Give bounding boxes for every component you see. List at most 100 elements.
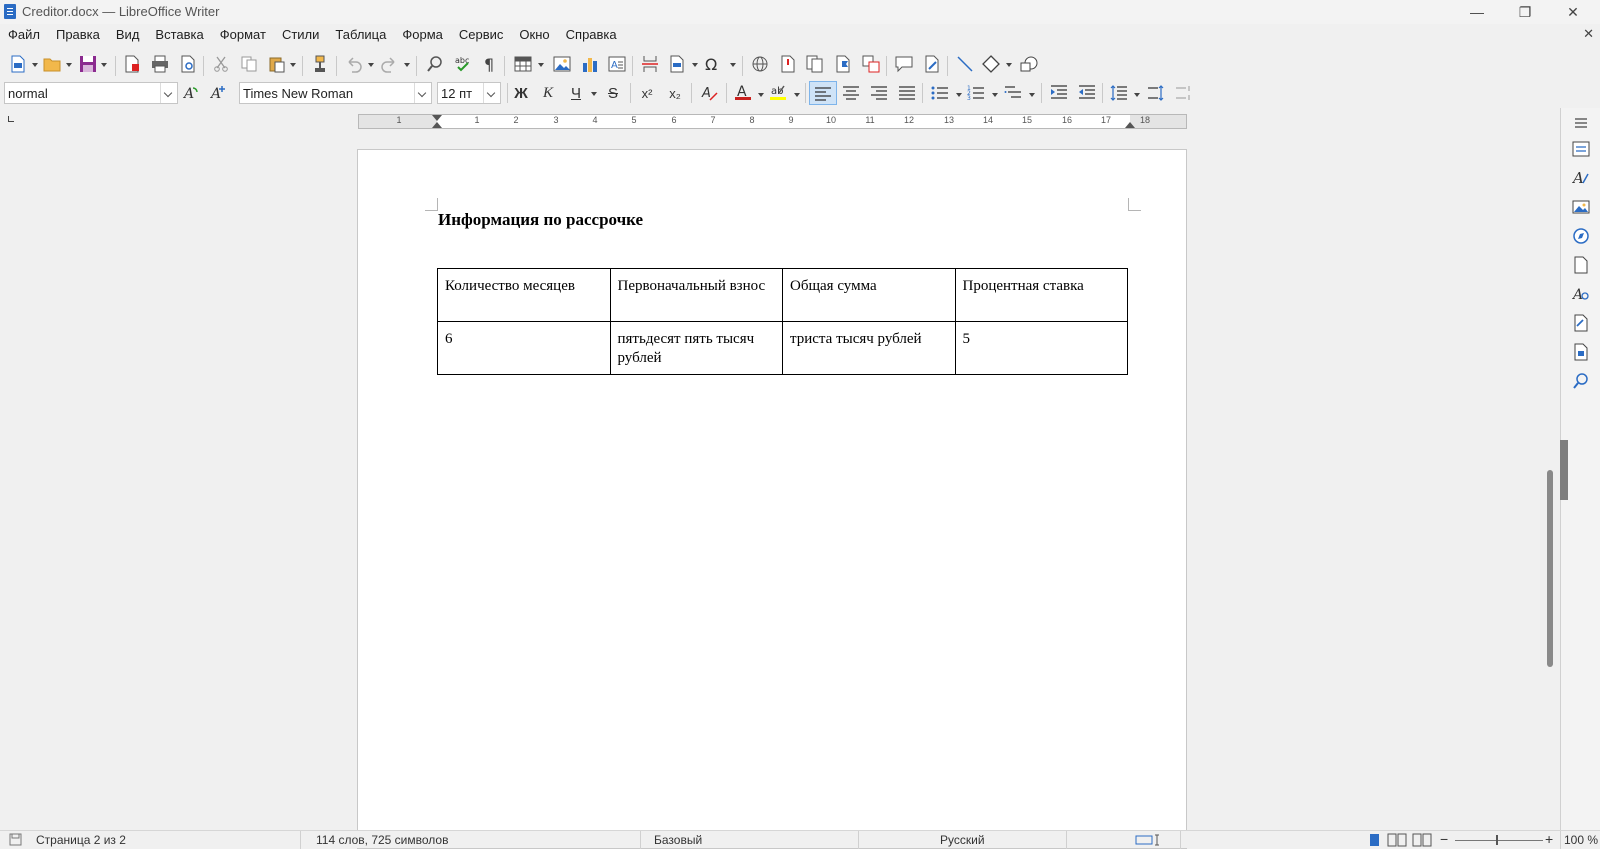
- align-center-icon[interactable]: [842, 84, 860, 102]
- first-line-indent-marker[interactable]: [432, 115, 442, 121]
- zoom-level[interactable]: 100 %: [1564, 833, 1598, 847]
- paste-dropdown-arrow[interactable]: [290, 63, 296, 67]
- zoom-out-button[interactable]: −: [1440, 831, 1448, 847]
- page-style[interactable]: Базовый: [654, 833, 702, 847]
- table-cell[interactable]: Общая сумма: [782, 268, 956, 322]
- table-cell[interactable]: триста тысяч рублей: [782, 321, 956, 375]
- menu-file[interactable]: Файл: [0, 24, 48, 46]
- properties-icon[interactable]: [1572, 140, 1590, 158]
- export-pdf-icon[interactable]: [123, 55, 141, 73]
- new-dropdown-arrow[interactable]: [32, 63, 38, 67]
- special-character-dropdown-arrow[interactable]: [730, 63, 736, 67]
- menu-edit[interactable]: Правка: [48, 24, 108, 46]
- page-break-icon[interactable]: [641, 55, 659, 73]
- outline-list-dropdown-arrow[interactable]: [1029, 93, 1035, 97]
- paragraph-style-combobox[interactable]: normal: [4, 82, 178, 104]
- left-indent-marker[interactable]: [432, 122, 442, 128]
- bookmark-icon[interactable]: [834, 55, 852, 73]
- spellcheck-icon[interactable]: abc: [454, 55, 472, 73]
- menu-format[interactable]: Формат: [212, 24, 274, 46]
- vertical-scrollbar-thumb[interactable]: [1547, 470, 1553, 667]
- open-dropdown-arrow[interactable]: [66, 63, 72, 67]
- numbered-list-dropdown-arrow[interactable]: [992, 93, 998, 97]
- word-count[interactable]: 114 слов, 725 символов: [316, 833, 448, 847]
- find-replace-icon[interactable]: [426, 55, 444, 73]
- outline-list-icon[interactable]: [1004, 84, 1022, 102]
- bullet-list-dropdown-arrow[interactable]: [956, 93, 962, 97]
- paste-icon[interactable]: [268, 55, 286, 73]
- new-style-icon[interactable]: A: [209, 84, 227, 102]
- clear-formatting-icon[interactable]: A: [701, 84, 719, 102]
- line-spacing-icon[interactable]: [1110, 84, 1128, 102]
- table-cell[interactable]: 6: [437, 321, 611, 375]
- bullet-list-icon[interactable]: [931, 84, 949, 102]
- navigator-icon[interactable]: [1572, 227, 1590, 245]
- sidebar-collapse-handle[interactable]: [1560, 440, 1568, 500]
- close-window-button[interactable]: ✕: [1550, 0, 1596, 24]
- zoom-in-button[interactable]: +: [1545, 831, 1553, 847]
- underline-button[interactable]: Ч: [564, 82, 588, 104]
- save-icon[interactable]: [79, 55, 97, 73]
- document-page[interactable]: Информация по рассрочке Количество месяц…: [357, 149, 1187, 849]
- vertical-scrollbar[interactable]: [1545, 130, 1555, 830]
- font-color-icon[interactable]: A: [734, 83, 752, 101]
- numbered-list-icon[interactable]: 123: [967, 84, 985, 102]
- single-page-view-icon[interactable]: [1368, 833, 1381, 847]
- gallery-icon[interactable]: [1572, 198, 1590, 216]
- menu-view[interactable]: Вид: [108, 24, 148, 46]
- menu-tools[interactable]: Сервис: [451, 24, 512, 46]
- justify-icon[interactable]: [898, 84, 916, 102]
- footnote-icon[interactable]: [779, 55, 797, 73]
- copy-icon[interactable]: [240, 55, 258, 73]
- align-right-icon[interactable]: [870, 84, 888, 102]
- font-name-combobox[interactable]: Times New Roman: [239, 82, 432, 104]
- insert-image-icon[interactable]: [553, 55, 571, 73]
- styles-icon[interactable]: A: [1572, 169, 1590, 187]
- selection-mode-icon[interactable]: [1135, 834, 1161, 846]
- print-icon[interactable]: [151, 55, 169, 73]
- insert-field-icon[interactable]: [668, 55, 686, 73]
- update-style-icon[interactable]: A: [182, 84, 200, 102]
- menu-window[interactable]: Окно: [511, 24, 557, 46]
- bold-button[interactable]: Ж: [509, 82, 533, 104]
- table-cell[interactable]: 5: [954, 321, 1128, 375]
- special-character-icon[interactable]: Ω: [704, 55, 722, 73]
- multi-page-view-icon[interactable]: [1387, 833, 1407, 847]
- highlight-dropdown-arrow[interactable]: [794, 93, 800, 97]
- decrease-paragraph-spacing-icon[interactable]: [1175, 84, 1193, 102]
- zoom-slider[interactable]: [1455, 840, 1543, 841]
- table-cell[interactable]: Первоначальный взнос: [609, 268, 783, 322]
- right-indent-marker[interactable]: [1125, 122, 1135, 128]
- redo-icon[interactable]: [380, 55, 398, 73]
- insert-table-icon[interactable]: [514, 55, 532, 73]
- menu-table[interactable]: Таблица: [327, 24, 394, 46]
- line-icon[interactable]: [956, 55, 974, 73]
- superscript-button[interactable]: x²: [635, 82, 659, 104]
- font-size-dropdown-button[interactable]: [483, 83, 500, 103]
- underline-dropdown-arrow[interactable]: [591, 92, 597, 96]
- comment-icon[interactable]: [895, 55, 913, 73]
- minimize-button[interactable]: —: [1454, 0, 1500, 24]
- language-status[interactable]: Русский: [940, 833, 985, 847]
- document-heading[interactable]: Информация по рассрочке: [438, 210, 643, 230]
- shapes-icon[interactable]: [982, 55, 1000, 73]
- table-cell[interactable]: пятьдесят пять тысяч рублей: [609, 321, 783, 375]
- increase-paragraph-spacing-icon[interactable]: [1147, 84, 1165, 102]
- maximize-button[interactable]: ❐: [1502, 0, 1548, 24]
- insert-chart-icon[interactable]: [581, 55, 599, 73]
- tab-stop-type-icon[interactable]: [8, 116, 14, 122]
- subscript-button[interactable]: x₂: [663, 82, 687, 104]
- close-document-button[interactable]: ✕: [1583, 26, 1594, 42]
- table-cell[interactable]: Количество месяцев: [437, 268, 611, 322]
- book-view-icon[interactable]: [1412, 833, 1432, 847]
- cross-reference-icon[interactable]: [862, 55, 880, 73]
- design-icon[interactable]: [1572, 343, 1590, 361]
- italic-button[interactable]: К: [536, 82, 560, 104]
- page-counter[interactable]: Страница 2 из 2: [36, 833, 126, 847]
- font-size-combobox[interactable]: 12 пт: [437, 82, 501, 104]
- highlight-color-icon[interactable]: ab: [769, 83, 787, 101]
- line-spacing-dropdown-arrow[interactable]: [1134, 93, 1140, 97]
- menu-insert[interactable]: Вставка: [147, 24, 211, 46]
- strikethrough-button[interactable]: S: [601, 82, 625, 104]
- insert-table-dropdown-arrow[interactable]: [538, 63, 544, 67]
